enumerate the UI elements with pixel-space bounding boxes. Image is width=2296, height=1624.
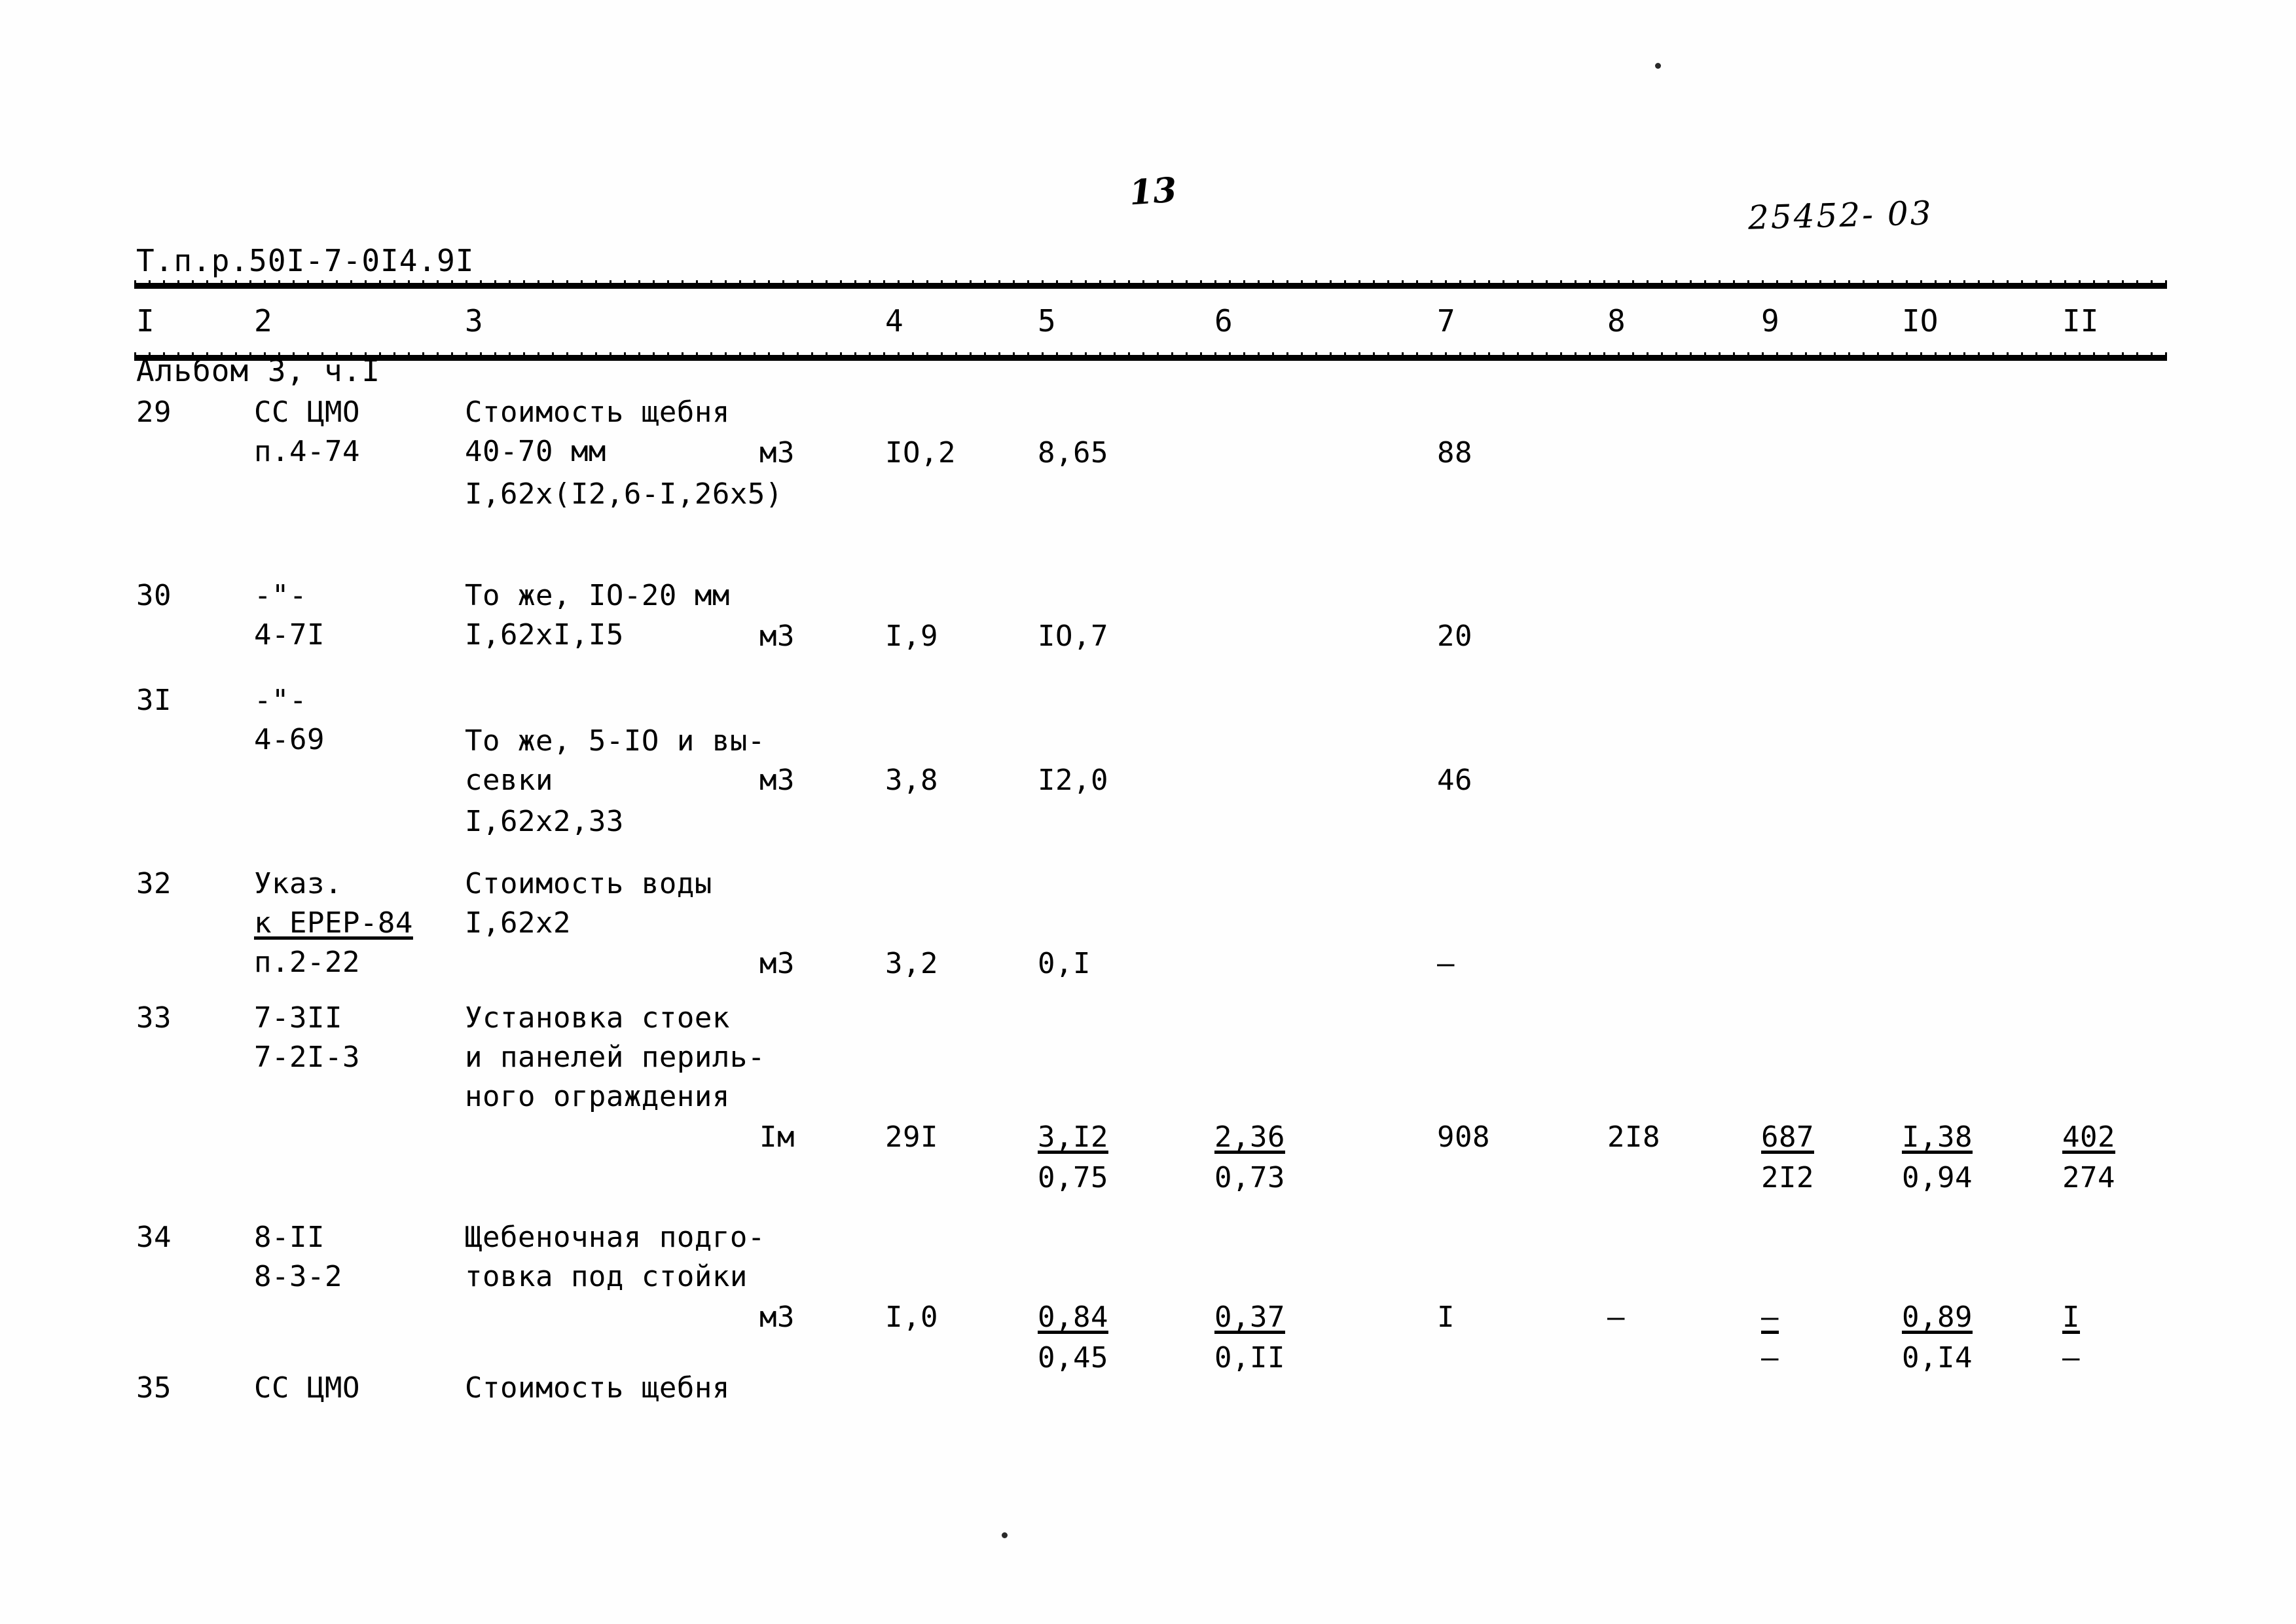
page-number: 13 <box>1127 170 1178 213</box>
row-number: 33 <box>136 1001 172 1035</box>
row-value-col6: 0,37 <box>1214 1301 1285 1334</box>
row-code-line: 8-II <box>254 1221 325 1254</box>
row-value-col8: – <box>1607 1301 1625 1334</box>
column-header-10: IO <box>1902 303 1939 339</box>
row-unit: м3 <box>759 619 795 653</box>
column-header-8: 8 <box>1607 303 1626 339</box>
table-row: 3I -"- 4-69 То же, 5-IO и вы-севки I,62х2,33… <box>0 681 2296 851</box>
row-number: 29 <box>136 396 172 429</box>
row-description-line: Установка стоек <box>465 1001 730 1035</box>
row-description-line: и панелей периль- <box>465 1041 765 1074</box>
row-description-line: Стоимость щебня <box>465 396 730 429</box>
column-header-9: 9 <box>1761 303 1779 339</box>
row-subvalue-col6: 0,73 <box>1214 1161 1285 1194</box>
row-description-line: ного ограждения <box>465 1080 730 1113</box>
row-number: 30 <box>136 579 172 612</box>
row-code-line: к ЕРЕР-84 <box>254 906 413 940</box>
row-code-line: 7-3II <box>254 1001 342 1035</box>
row-unit: м3 <box>759 436 795 470</box>
row-subvalue-col10: 0,94 <box>1902 1161 1973 1194</box>
row-value-col4: I,0 <box>885 1301 938 1334</box>
row-value-col7: I <box>1437 1301 1455 1334</box>
row-value-col4: 3,2 <box>885 947 938 980</box>
row-value-col11: 402 <box>2062 1120 2115 1154</box>
column-header-6: 6 <box>1214 303 1233 339</box>
row-code-line: 8-3-2 <box>254 1260 342 1293</box>
column-header-5: 5 <box>1038 303 1056 339</box>
row-value-col5: 3,I2 <box>1038 1120 1108 1154</box>
row-value-col7: – <box>1437 947 1455 980</box>
row-code-line: -"- <box>254 579 307 612</box>
row-description-line: Стоимость воды <box>465 867 712 900</box>
row-value-col5: I2,0 <box>1038 764 1108 797</box>
table-row: 29 СС ЦМО п.4-74 Стоимость щебня 40-70 мм I,6… <box>0 393 2296 563</box>
row-code-line: 7-2I-3 <box>254 1041 360 1074</box>
scan-speck-top <box>1655 63 1661 69</box>
column-header-7: 7 <box>1437 303 1455 339</box>
row-value-col7: 46 <box>1437 764 1472 797</box>
row-value-col4: 3,8 <box>885 764 938 797</box>
row-formula: I,62х(I2,6-I,26х5) <box>465 477 783 511</box>
row-description-line: Стоимость щебня <box>465 1371 730 1405</box>
row-value-col5: 0,I <box>1038 947 1091 980</box>
series-code: Т.п.р.50I-7-0I4.9I <box>136 243 475 278</box>
row-description-line: товка под стойки <box>465 1260 748 1293</box>
row-value-col10: 0,89 <box>1902 1301 1973 1334</box>
row-unit: м3 <box>759 947 795 980</box>
row-number: 35 <box>136 1371 172 1405</box>
row-value-col4: I,9 <box>885 619 938 653</box>
row-code-line: п.4-74 <box>254 435 360 468</box>
row-code-line: СС ЦМО <box>254 396 360 429</box>
row-value-col4: 29I <box>885 1120 938 1154</box>
row-code-line: 4-7I <box>254 618 325 652</box>
row-code-line: п.2-22 <box>254 946 360 979</box>
row-value-col7: 88 <box>1437 436 1472 470</box>
row-subvalue-col11: 274 <box>2062 1161 2115 1194</box>
row-number: 32 <box>136 867 172 900</box>
row-formula: I,62х2,33 <box>465 805 624 838</box>
table-row: 35 СС ЦМО Стоимость щебня <box>0 1369 2296 1539</box>
row-value-col5: 0,84 <box>1038 1301 1108 1334</box>
row-unit: м3 <box>759 764 795 797</box>
row-value-col7: 20 <box>1437 619 1472 653</box>
row-unit: м3 <box>759 1301 795 1334</box>
row-value-col4: IO,2 <box>885 436 956 470</box>
row-number: 3I <box>136 684 172 717</box>
row-description-line: Щебеночная подго- <box>465 1221 765 1254</box>
row-description-line: севки <box>465 764 553 797</box>
table-row: 34 8-II 8-3-2 Щебеночная подго-товка под ст… <box>0 1218 2296 1388</box>
row-subvalue-col5: 0,75 <box>1038 1161 1108 1194</box>
column-header-2: 2 <box>254 303 272 339</box>
row-unit: Iм <box>759 1120 795 1154</box>
archive-stamp: 25452- 03 <box>1747 194 1934 237</box>
row-code-line: -"- <box>254 684 307 717</box>
row-subvalue-col9: 2I2 <box>1761 1161 1814 1194</box>
row-code-line: СС ЦМО <box>254 1371 360 1405</box>
row-value-col11: I <box>2062 1301 2080 1334</box>
row-description-line: I,62хI,I5 <box>465 618 624 652</box>
row-value-col9: 687 <box>1761 1120 1814 1154</box>
row-code-line: 4-69 <box>254 723 325 756</box>
row-value-col5: 8,65 <box>1038 436 1108 470</box>
row-value-col7: 908 <box>1437 1120 1490 1154</box>
row-description-line: I,62х2 <box>465 906 571 940</box>
row-description-line: 40-70 мм <box>465 435 606 468</box>
column-header-1: I <box>136 303 155 339</box>
scanned-page: Т.п.р.50I-7-0I4.9I Альбом 3, ч.I 13 2545… <box>0 0 2296 1624</box>
column-header-4: 4 <box>885 303 903 339</box>
table-row: 33 7-3II 7-2I-3 Установка стоек и панелей пе… <box>0 999 2296 1194</box>
table-rule-top <box>134 280 2167 289</box>
row-value-col8: 2I8 <box>1607 1120 1660 1154</box>
row-description-line: То же, IO-20 мм <box>465 579 730 612</box>
row-value-col10: I,38 <box>1902 1120 1973 1154</box>
table-rule-bottom <box>134 352 2167 361</box>
row-description-line: То же, 5-IO и вы- <box>465 724 765 758</box>
row-code-line: Указ. <box>254 867 342 900</box>
row-value-col6: 2,36 <box>1214 1120 1285 1154</box>
row-number: 34 <box>136 1221 172 1254</box>
row-value-col5: IO,7 <box>1038 619 1108 653</box>
column-header-3: 3 <box>465 303 483 339</box>
row-value-col9: – <box>1761 1301 1779 1334</box>
column-header-11: II <box>2062 303 2099 339</box>
